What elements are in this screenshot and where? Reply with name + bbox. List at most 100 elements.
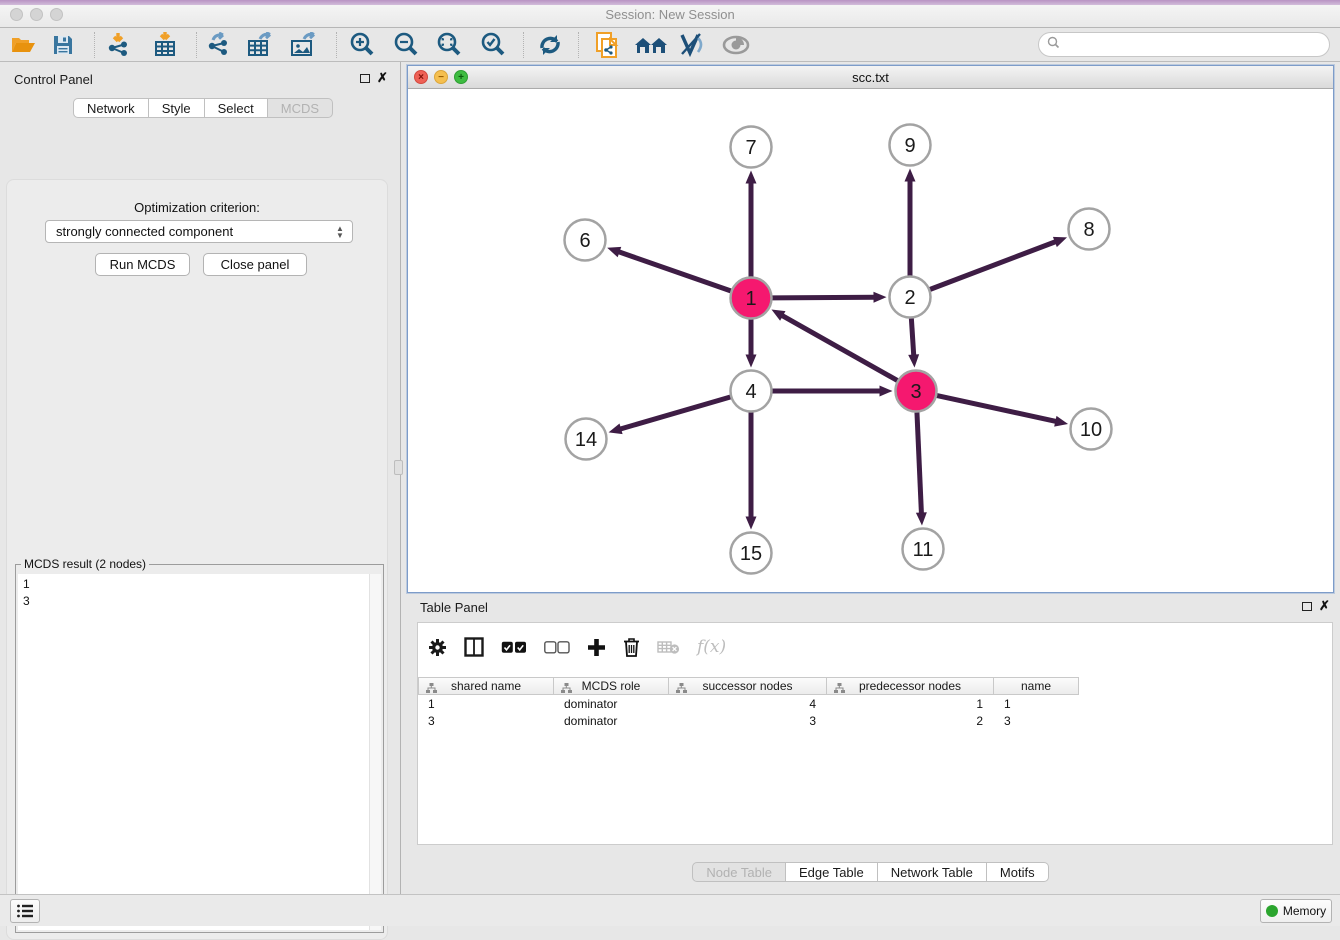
float-panel-icon[interactable] bbox=[360, 74, 370, 83]
column-header-name[interactable]: name bbox=[994, 677, 1079, 695]
edge-2-3[interactable] bbox=[911, 318, 913, 356]
node-label-2: 2 bbox=[904, 287, 915, 309]
network-window-title: scc.txt bbox=[408, 70, 1333, 85]
edge-arrowhead bbox=[1054, 416, 1068, 427]
column-header-shared-name[interactable]: shared name bbox=[418, 677, 554, 695]
edge-1-6[interactable] bbox=[618, 251, 731, 291]
edge-arrowhead bbox=[880, 386, 893, 397]
dropdown-stepper-icon: ▲▼ bbox=[335, 224, 345, 240]
window-top-accent bbox=[0, 0, 1340, 5]
edge-arrowhead bbox=[746, 517, 757, 530]
column-header-MCDS-role[interactable]: MCDS role bbox=[554, 677, 669, 695]
toolbar-separator bbox=[196, 32, 197, 58]
export-image-icon[interactable] bbox=[289, 31, 319, 59]
edge-2-8[interactable] bbox=[930, 241, 1057, 289]
task-history-button[interactable] bbox=[10, 899, 40, 923]
deselect-all-columns-icon[interactable] bbox=[544, 641, 570, 654]
close-panel-icon[interactable]: ✗ bbox=[377, 73, 388, 83]
cell-name[interactable]: 1 bbox=[995, 695, 1080, 712]
criterion-value: strongly connected component bbox=[56, 224, 233, 239]
table-tab-node-table[interactable]: Node Table bbox=[692, 862, 786, 882]
memory-button[interactable]: Memory bbox=[1260, 899, 1332, 923]
network-graph-canvas[interactable]: 7968124314101511 bbox=[408, 89, 1333, 592]
node-label-11: 11 bbox=[913, 539, 934, 561]
column-type-icon bbox=[426, 682, 437, 696]
cell-shared-name[interactable]: 1 bbox=[419, 695, 555, 712]
edge-3-11[interactable] bbox=[917, 412, 922, 514]
hide-selected-icon[interactable] bbox=[677, 31, 707, 59]
table-float-icon[interactable] bbox=[1302, 602, 1312, 611]
table-row[interactable]: 3dominator323 bbox=[419, 712, 1080, 729]
zoom-fit-icon[interactable] bbox=[434, 31, 464, 59]
split-panel-icon[interactable] bbox=[464, 637, 484, 657]
application-window: Session: New Session bbox=[0, 0, 1340, 926]
open-session-icon[interactable] bbox=[8, 31, 38, 59]
table-settings-icon[interactable] bbox=[428, 638, 447, 657]
search-input[interactable] bbox=[1064, 38, 1329, 52]
tab-mcds[interactable]: MCDS bbox=[268, 98, 333, 118]
tab-style[interactable]: Style bbox=[149, 98, 205, 118]
node-label-10: 10 bbox=[1080, 419, 1102, 441]
select-all-columns-icon[interactable] bbox=[501, 641, 527, 654]
mcds-result-title: MCDS result (2 nodes) bbox=[21, 557, 149, 571]
apply-function-icon[interactable]: f(x) bbox=[697, 637, 726, 657]
memory-status-dot bbox=[1266, 905, 1278, 917]
node-table-container: f(x) shared name MCDS role successor nodes… bbox=[417, 622, 1333, 845]
column-label: MCDS role bbox=[582, 679, 641, 693]
show-all-icon[interactable] bbox=[721, 31, 751, 59]
export-table-icon[interactable] bbox=[246, 31, 276, 59]
import-network-icon[interactable] bbox=[104, 31, 134, 59]
close-panel-button[interactable]: Close panel bbox=[203, 253, 307, 276]
cell-MCDS-role[interactable]: dominator bbox=[555, 712, 670, 729]
column-label: name bbox=[1021, 679, 1051, 693]
save-session-icon[interactable] bbox=[48, 31, 78, 59]
control-panel: Control Panel ✗ NetworkStyleSelectMCDS O… bbox=[0, 62, 394, 894]
mcds-result-text[interactable]: 1 3 bbox=[18, 574, 369, 930]
cell-successor-nodes[interactable]: 4 bbox=[670, 695, 828, 712]
table-tab-network-table[interactable]: Network Table bbox=[878, 862, 987, 882]
reset-view-icon[interactable] bbox=[632, 31, 670, 59]
cell-shared-name[interactable]: 3 bbox=[419, 712, 555, 729]
vertical-splitter-grip[interactable] bbox=[394, 460, 403, 475]
apply-layout-icon[interactable] bbox=[535, 31, 565, 59]
cell-predecessor-nodes[interactable]: 1 bbox=[828, 695, 995, 712]
export-network-icon[interactable] bbox=[204, 31, 234, 59]
run-mcds-button[interactable]: Run MCDS bbox=[95, 253, 190, 276]
add-column-icon[interactable] bbox=[587, 638, 606, 657]
delete-table-icon[interactable] bbox=[657, 640, 680, 655]
zoom-selected-icon[interactable] bbox=[478, 31, 508, 59]
edge-arrowhead bbox=[916, 512, 927, 525]
column-header-predecessor-nodes[interactable]: predecessor nodes bbox=[827, 677, 994, 695]
cell-name[interactable]: 3 bbox=[995, 712, 1080, 729]
cell-successor-nodes[interactable]: 3 bbox=[670, 712, 828, 729]
tab-network[interactable]: Network bbox=[73, 98, 149, 118]
criterion-dropdown[interactable]: strongly connected component ▲▼ bbox=[45, 220, 353, 243]
table-tab-motifs[interactable]: Motifs bbox=[987, 862, 1049, 882]
table-tab-edge-table[interactable]: Edge Table bbox=[786, 862, 878, 882]
search-field[interactable] bbox=[1038, 32, 1330, 57]
edge-4-14[interactable] bbox=[619, 397, 730, 429]
table-toolbar: f(x) bbox=[428, 631, 726, 663]
zoom-out-icon[interactable] bbox=[391, 31, 421, 59]
cell-predecessor-nodes[interactable]: 2 bbox=[828, 712, 995, 729]
node-label-7: 7 bbox=[745, 137, 756, 159]
table-close-icon[interactable]: ✗ bbox=[1319, 601, 1330, 611]
node-label-8: 8 bbox=[1083, 219, 1094, 241]
column-header-successor-nodes[interactable]: successor nodes bbox=[669, 677, 827, 695]
table-row[interactable]: 1dominator411 bbox=[419, 695, 1080, 712]
zoom-in-icon[interactable] bbox=[347, 31, 377, 59]
delete-column-icon[interactable] bbox=[623, 637, 640, 657]
main-toolbar bbox=[0, 28, 1340, 62]
table-header-row: shared name MCDS role successor nodesprede… bbox=[418, 677, 1079, 695]
network-window-titlebar: × − + scc.txt bbox=[408, 66, 1333, 89]
tab-select[interactable]: Select bbox=[205, 98, 268, 118]
edge-arrowhead bbox=[905, 169, 916, 182]
edge-1-2[interactable] bbox=[772, 297, 875, 298]
annotations-icon[interactable] bbox=[592, 31, 622, 59]
cell-MCDS-role[interactable]: dominator bbox=[555, 695, 670, 712]
edge-3-1[interactable] bbox=[781, 315, 897, 381]
import-table-icon[interactable] bbox=[150, 31, 180, 59]
edge-3-10[interactable] bbox=[937, 396, 1057, 422]
result-scrollbar[interactable] bbox=[369, 574, 381, 930]
column-type-icon bbox=[676, 682, 687, 696]
